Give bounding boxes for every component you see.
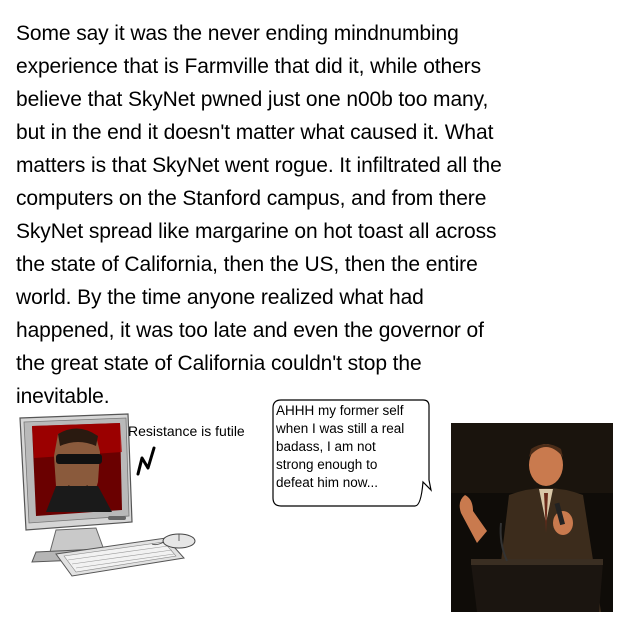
story-line: experience that is Farmville that did it… (16, 55, 481, 78)
story-line: the state of California, then the US, th… (16, 253, 478, 276)
story-line: SkyNet spread like margarine on hot toas… (16, 220, 497, 243)
story-line: the great state of California couldn't s… (16, 352, 422, 375)
bubble-line: badass, I am not (276, 439, 376, 454)
story-text: Some say it was the never ending mindnum… (16, 17, 616, 413)
story-line: believe that SkyNet pwned just one n00b … (16, 88, 489, 111)
bubble-line: defeat him now... (276, 475, 379, 490)
bubble-line: strong enough to (276, 457, 378, 472)
story-line: Some say it was the never ending mindnum… (16, 22, 459, 45)
story-line: world. By the time anyone realized what … (16, 286, 424, 309)
speech-squiggle-icon (136, 446, 156, 476)
story-line: computers on the Stanford campus, and fr… (16, 187, 487, 210)
computer-caption: Resistance is futile (128, 423, 245, 439)
story-line: but in the end it doesn't matter what ca… (16, 121, 494, 144)
screen (32, 423, 122, 516)
speaker-photo (451, 423, 613, 612)
bubble-line: when I was still a real (276, 421, 405, 436)
bubble-text: AHHH my former self when I was still a r… (276, 402, 432, 492)
story-line: matters is that SkyNet went rogue. It in… (16, 154, 502, 177)
bubble-line: AHHH my former self (276, 403, 404, 418)
story-line: happened, it was too late and even the g… (16, 319, 484, 342)
